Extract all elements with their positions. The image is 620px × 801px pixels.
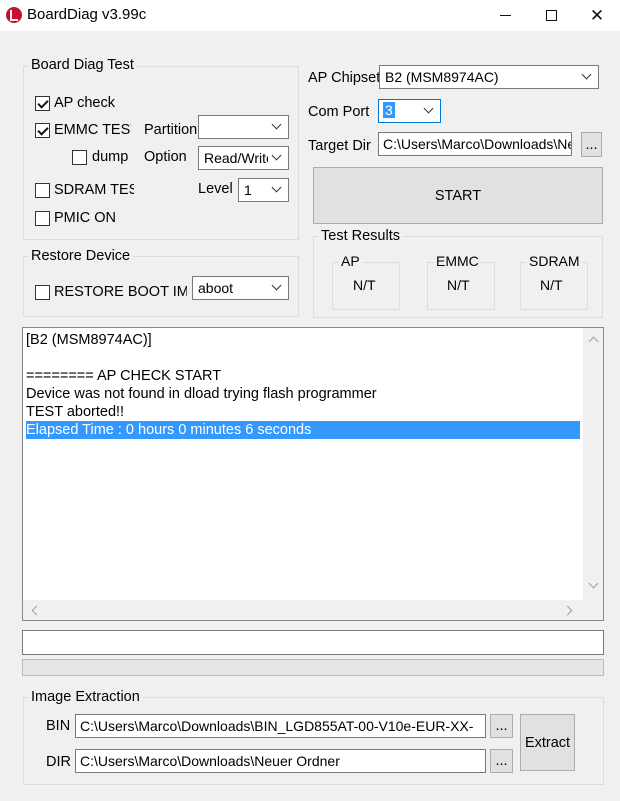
- chevron-down-icon: [271, 150, 282, 161]
- status-input[interactable]: [22, 630, 604, 655]
- chevron-down-icon: [271, 280, 282, 291]
- target-dir-value: C:\Users\Marco\Downloads\Neuer Ordner: [383, 136, 571, 152]
- bin-label: BIN: [46, 718, 71, 734]
- scrollbar-corner: [583, 600, 603, 620]
- ap-chipset-value: B2 (MSM8974AC): [385, 69, 499, 85]
- chevron-down-icon: [423, 103, 434, 114]
- option-combo[interactable]: Read/Write: [198, 146, 289, 170]
- app-logo-icon: [6, 7, 22, 23]
- scroll-left-icon[interactable]: [31, 605, 42, 616]
- title-bar[interactable]: BoardDiag v3.99c ✕: [0, 0, 620, 31]
- window-title: BoardDiag v3.99c: [27, 6, 147, 23]
- sdram-test-checkbox[interactable]: [35, 183, 50, 198]
- minimize-button[interactable]: [482, 0, 528, 31]
- close-icon: ✕: [589, 6, 605, 25]
- dump-checkbox[interactable]: [72, 150, 87, 165]
- ap-check-label: AP check: [54, 95, 115, 111]
- chevron-down-icon: [271, 119, 282, 130]
- target-dir-browse-button[interactable]: ...: [581, 132, 602, 157]
- partition-combo[interactable]: [198, 115, 289, 139]
- level-value: 1: [244, 182, 252, 198]
- pmic-on-checkbox[interactable]: [35, 211, 50, 226]
- image-extraction-group-label: Image Extraction: [28, 689, 143, 705]
- result-emmc-name: EMMC: [434, 253, 481, 269]
- option-label: Option: [144, 149, 187, 165]
- bin-path-input[interactable]: C:\Users\Marco\Downloads\BIN_LGD855AT-00…: [75, 714, 486, 738]
- scroll-down-icon[interactable]: [588, 578, 599, 589]
- emmc-test-checkbox[interactable]: [35, 123, 50, 138]
- ap-chipset-combo[interactable]: B2 (MSM8974AC): [379, 65, 599, 89]
- ap-chipset-label: AP Chipset: [308, 70, 381, 86]
- extract-button[interactable]: Extract: [520, 714, 575, 771]
- sdram-test-label: SDRAM TEST: [54, 182, 134, 198]
- dir-browse-button[interactable]: ...: [490, 749, 513, 773]
- log-line: [B2 (MSM8974AC)]: [26, 332, 152, 348]
- log-line: ======== AP CHECK START: [26, 368, 222, 384]
- emmc-test-label: EMMC TEST: [54, 122, 131, 138]
- com-port-label: Com Port: [308, 104, 370, 120]
- dump-label: dump: [92, 149, 129, 165]
- result-sdram-value: N/T: [540, 277, 563, 293]
- restore-boot-label: RESTORE BOOT IMG: [54, 284, 187, 300]
- maximize-icon: [545, 10, 557, 21]
- dir-label: DIR: [46, 754, 71, 770]
- scroll-up-icon[interactable]: [588, 336, 599, 347]
- board-diag-group-label: Board Diag Test: [28, 57, 137, 73]
- start-button[interactable]: START: [313, 167, 603, 224]
- log-output[interactable]: [B2 (MSM8974AC)] ======== AP CHECK START D…: [22, 327, 604, 621]
- dir-path-input[interactable]: C:\Users\Marco\Downloads\Neuer Ordner: [75, 749, 486, 773]
- ap-check-checkbox[interactable]: [35, 96, 50, 111]
- target-dir-label: Target Dir: [308, 138, 371, 154]
- pmic-on-label: PMIC ON: [54, 210, 117, 226]
- maximize-button[interactable]: [528, 0, 574, 31]
- close-button[interactable]: ✕: [574, 0, 620, 31]
- horizontal-scrollbar[interactable]: [23, 600, 583, 620]
- level-label: Level: [198, 181, 233, 197]
- com-port-value: 3: [383, 102, 395, 118]
- restore-image-combo[interactable]: aboot: [192, 276, 289, 300]
- log-line: Elapsed Time : 0 hours 0 minutes 6 secon…: [26, 421, 580, 439]
- result-ap-value: N/T: [353, 277, 376, 293]
- minimize-icon: [499, 15, 511, 16]
- test-results-group-label: Test Results: [318, 228, 403, 244]
- log-line: TEST aborted!!: [26, 404, 125, 420]
- com-port-combo[interactable]: 3: [378, 99, 441, 123]
- result-ap-name: AP: [339, 253, 362, 269]
- restore-boot-checkbox[interactable]: [35, 285, 50, 300]
- restore-device-group-label: Restore Device: [28, 248, 134, 264]
- target-dir-input[interactable]: C:\Users\Marco\Downloads\Neuer Ordner: [378, 132, 572, 156]
- progress-bar: [22, 659, 604, 676]
- vertical-scrollbar[interactable]: [583, 328, 603, 600]
- result-emmc-value: N/T: [447, 277, 470, 293]
- restore-image-value: aboot: [198, 280, 234, 296]
- scroll-right-icon[interactable]: [562, 605, 573, 616]
- dir-path-value: C:\Users\Marco\Downloads\Neuer Ordner: [80, 753, 340, 769]
- option-value: Read/Write: [204, 150, 268, 166]
- chevron-down-icon: [581, 69, 592, 80]
- chevron-down-icon: [271, 182, 282, 193]
- partition-label: Partition: [144, 122, 198, 138]
- level-combo[interactable]: 1: [238, 178, 289, 202]
- result-sdram-name: SDRAM: [527, 253, 582, 269]
- log-line: Device was not found in dload trying fla…: [26, 386, 377, 402]
- bin-path-value: C:\Users\Marco\Downloads\BIN_LGD855AT-00…: [80, 718, 474, 734]
- bin-browse-button[interactable]: ...: [490, 714, 513, 738]
